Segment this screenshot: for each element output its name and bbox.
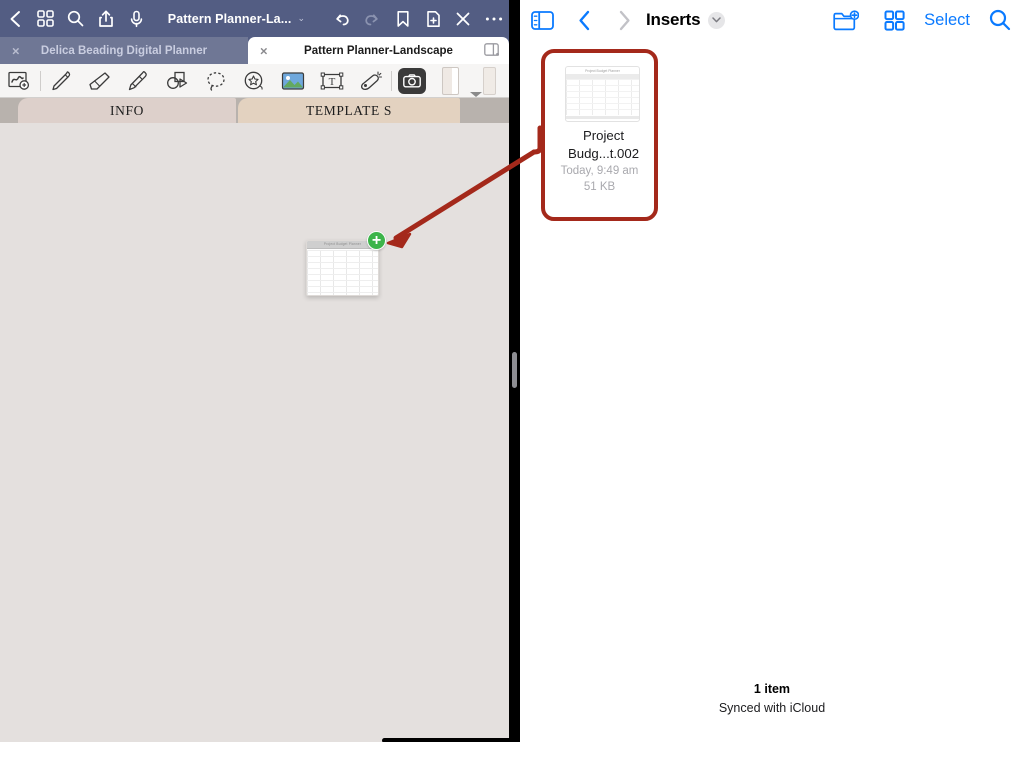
item-count-label: 1 item xyxy=(753,682,791,696)
file-thumbnail: Project Budget Planner xyxy=(565,66,640,122)
tab-close-icon[interactable]: × xyxy=(260,44,268,57)
home-indicator xyxy=(382,738,509,742)
camera-icon xyxy=(398,67,427,94)
file-size-label: 51 KB xyxy=(583,181,616,193)
laser-tool[interactable] xyxy=(351,64,390,98)
image-tool[interactable] xyxy=(274,64,313,98)
document-tab-active[interactable]: × Pattern Planner-Landscape xyxy=(248,37,509,64)
files-folder-title: Inserts xyxy=(646,10,701,29)
split-view-icon[interactable] xyxy=(484,42,500,59)
split-view-divider[interactable] xyxy=(509,0,520,742)
highlighter-tool[interactable] xyxy=(119,64,158,98)
more-options-icon[interactable] xyxy=(479,0,509,37)
tab-label: Pattern Planner-Landscape xyxy=(304,44,453,57)
close-icon[interactable] xyxy=(448,0,478,37)
document-title-chevron-icon[interactable]: ⌄ xyxy=(297,13,305,24)
split-view-drag-handle[interactable] xyxy=(512,352,517,388)
sync-status-label: Synced with iCloud xyxy=(718,701,826,715)
microphone-icon[interactable] xyxy=(121,0,151,37)
tool-options-caret-icon[interactable] xyxy=(470,92,482,97)
files-search-icon[interactable] xyxy=(976,0,1024,40)
spreadsheet-grid xyxy=(307,250,378,295)
share-icon[interactable] xyxy=(91,0,121,37)
add-page-icon[interactable] xyxy=(418,0,448,37)
shape-tool[interactable] xyxy=(158,64,197,98)
goodnotes-app-pane: Pattern Planner-La... ⌄ × Delica Beading… xyxy=(0,0,509,742)
file-thumbnail-title: Project Budget Planner xyxy=(585,69,620,73)
document-page-tabs: INFO TEMPLATE S xyxy=(0,98,509,123)
folder-options-chevron-icon[interactable] xyxy=(708,11,726,29)
undo-icon[interactable] xyxy=(327,0,357,37)
redo-icon[interactable] xyxy=(357,0,387,37)
files-navigation-bar: Inserts Select xyxy=(520,0,1024,40)
select-button[interactable]: Select xyxy=(918,11,976,30)
tab-close-icon[interactable]: × xyxy=(12,44,20,57)
zoom-tool[interactable] xyxy=(0,64,39,98)
drag-add-badge: + xyxy=(367,231,386,250)
document-tab-inactive[interactable]: × Delica Beading Digital Planner xyxy=(0,37,248,64)
lasso-tool[interactable] xyxy=(196,64,235,98)
grid-view-icon[interactable] xyxy=(870,0,918,40)
page-tab-label: INFO xyxy=(110,102,144,118)
bookmark-icon[interactable] xyxy=(388,0,418,37)
eraser-tool[interactable] xyxy=(80,64,119,98)
document-tab-strip: × Delica Beading Digital Planner × Patte… xyxy=(0,37,509,64)
document-title[interactable]: Pattern Planner-La... xyxy=(168,12,292,26)
document-canvas[interactable] xyxy=(0,123,509,742)
goodnotes-top-toolbar: Pattern Planner-La... ⌄ xyxy=(0,0,509,37)
search-icon[interactable] xyxy=(61,0,91,37)
svg-text:T: T xyxy=(329,76,336,88)
thumbnail-footer-band xyxy=(566,116,639,119)
goodnotes-tool-palette: T xyxy=(0,64,509,98)
file-date-label: Today, 9:49 am xyxy=(560,165,639,177)
grid-view-icon[interactable] xyxy=(30,0,60,37)
files-nav-actions: Select xyxy=(822,0,1024,40)
pen-tool[interactable] xyxy=(42,64,81,98)
sidebar-toggle-icon[interactable] xyxy=(520,0,564,40)
paper-sheet-icon xyxy=(442,66,460,95)
page-tab-templates[interactable]: TEMPLATE S xyxy=(238,98,460,123)
text-tool[interactable]: T xyxy=(313,64,352,98)
paper-sheet-icon xyxy=(483,66,497,95)
dragged-file-preview[interactable]: Project Budget Planner xyxy=(306,240,379,296)
camera-tool[interactable] xyxy=(393,64,432,98)
file-item-card[interactable]: Project Budget Planner Project Budg...t.… xyxy=(541,49,658,221)
paper-sticker-item[interactable] xyxy=(432,64,471,98)
screen-root: Pattern Planner-La... ⌄ × Delica Beading… xyxy=(0,0,1024,768)
thumbnail-grid xyxy=(566,79,639,115)
page-tab-label: TEMPLATE S xyxy=(306,102,392,118)
back-icon[interactable] xyxy=(0,0,30,37)
new-folder-icon[interactable] xyxy=(822,0,870,40)
files-back-icon[interactable] xyxy=(564,0,604,40)
sticker-tool[interactable] xyxy=(235,64,274,98)
file-name-label: Project Budg...t.002 xyxy=(567,128,640,161)
files-status-footer: 1 item Synced with iCloud xyxy=(520,682,1024,715)
tool-separator xyxy=(390,70,392,91)
tool-separator xyxy=(39,70,41,91)
files-forward-icon[interactable] xyxy=(604,0,644,40)
page-tab-info[interactable]: INFO xyxy=(18,98,236,123)
tab-label: Delica Beading Digital Planner xyxy=(40,44,208,57)
